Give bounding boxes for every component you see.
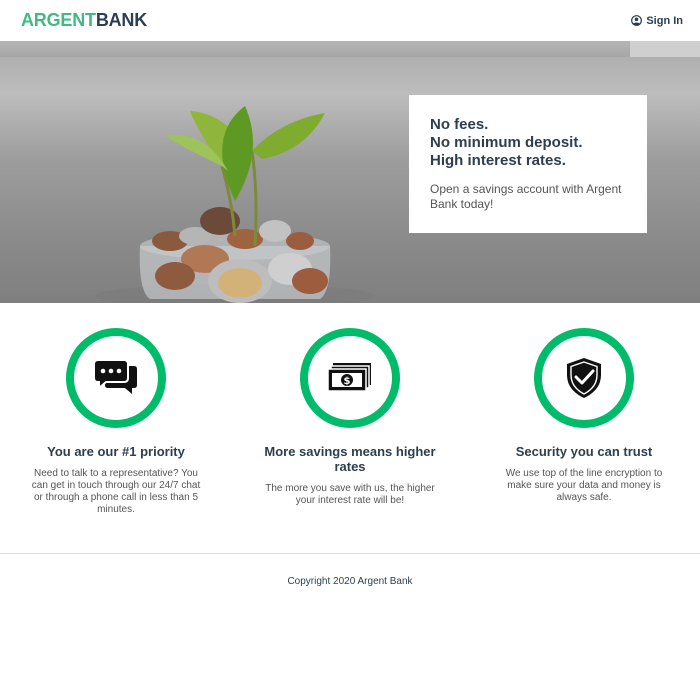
feature-title: You are our #1 priority [47, 444, 185, 459]
money-icon: $ [327, 363, 371, 392]
argent-bank-logo[interactable]: ARGENT BANK [21, 10, 147, 31]
feature-item-savings: $ More savings means higher rates The mo… [250, 328, 450, 507]
main-nav: ARGENT BANK Sign In [0, 0, 700, 41]
user-circle-icon [631, 15, 643, 26]
feature-title: More savings means higher rates [264, 444, 436, 474]
hero-title: No fees. No minimum deposit. High intere… [430, 116, 629, 170]
chat-icon [94, 359, 137, 394]
feature-item-security: Security you can trust We use top of the… [484, 328, 684, 504]
feature-icon-ring: $ [300, 328, 400, 428]
feature-icon-ring [66, 328, 166, 428]
hero-title-line-1: No fees. [430, 116, 489, 133]
feature-item-priority: You are our #1 priority Need to talk to … [16, 328, 216, 516]
sign-in-link[interactable]: Sign In [631, 15, 683, 27]
feature-text: We use top of the line encryption to mak… [505, 468, 663, 503]
hero-title-line-3: High interest rates. [430, 152, 566, 169]
footer: Copyright 2020 Argent Bank [0, 553, 700, 688]
hero-promo-card: No fees. No minimum deposit. High intere… [409, 95, 647, 233]
security-icon [567, 358, 601, 398]
feature-text: Need to talk to a representative? You ca… [31, 468, 201, 515]
sign-in-label: Sign In [646, 14, 683, 27]
logo-part-argent: ARGENT [21, 10, 96, 30]
hero-title-line-2: No minimum deposit. [430, 134, 583, 151]
hero-banner: No fees. No minimum deposit. High intere… [0, 41, 700, 303]
feature-title: Security you can trust [515, 444, 653, 459]
copyright-text: Copyright 2020 Argent Bank [287, 576, 413, 587]
logo-part-bank: BANK [95, 10, 148, 30]
features-section: You are our #1 priority Need to talk to … [0, 303, 700, 553]
hero-subtitle: Open a savings account with Argent Bank … [430, 182, 622, 211]
feature-text: The more you save with us, the higher yo… [265, 483, 435, 506]
feature-icon-ring [534, 328, 634, 428]
svg-text:$: $ [344, 376, 351, 387]
